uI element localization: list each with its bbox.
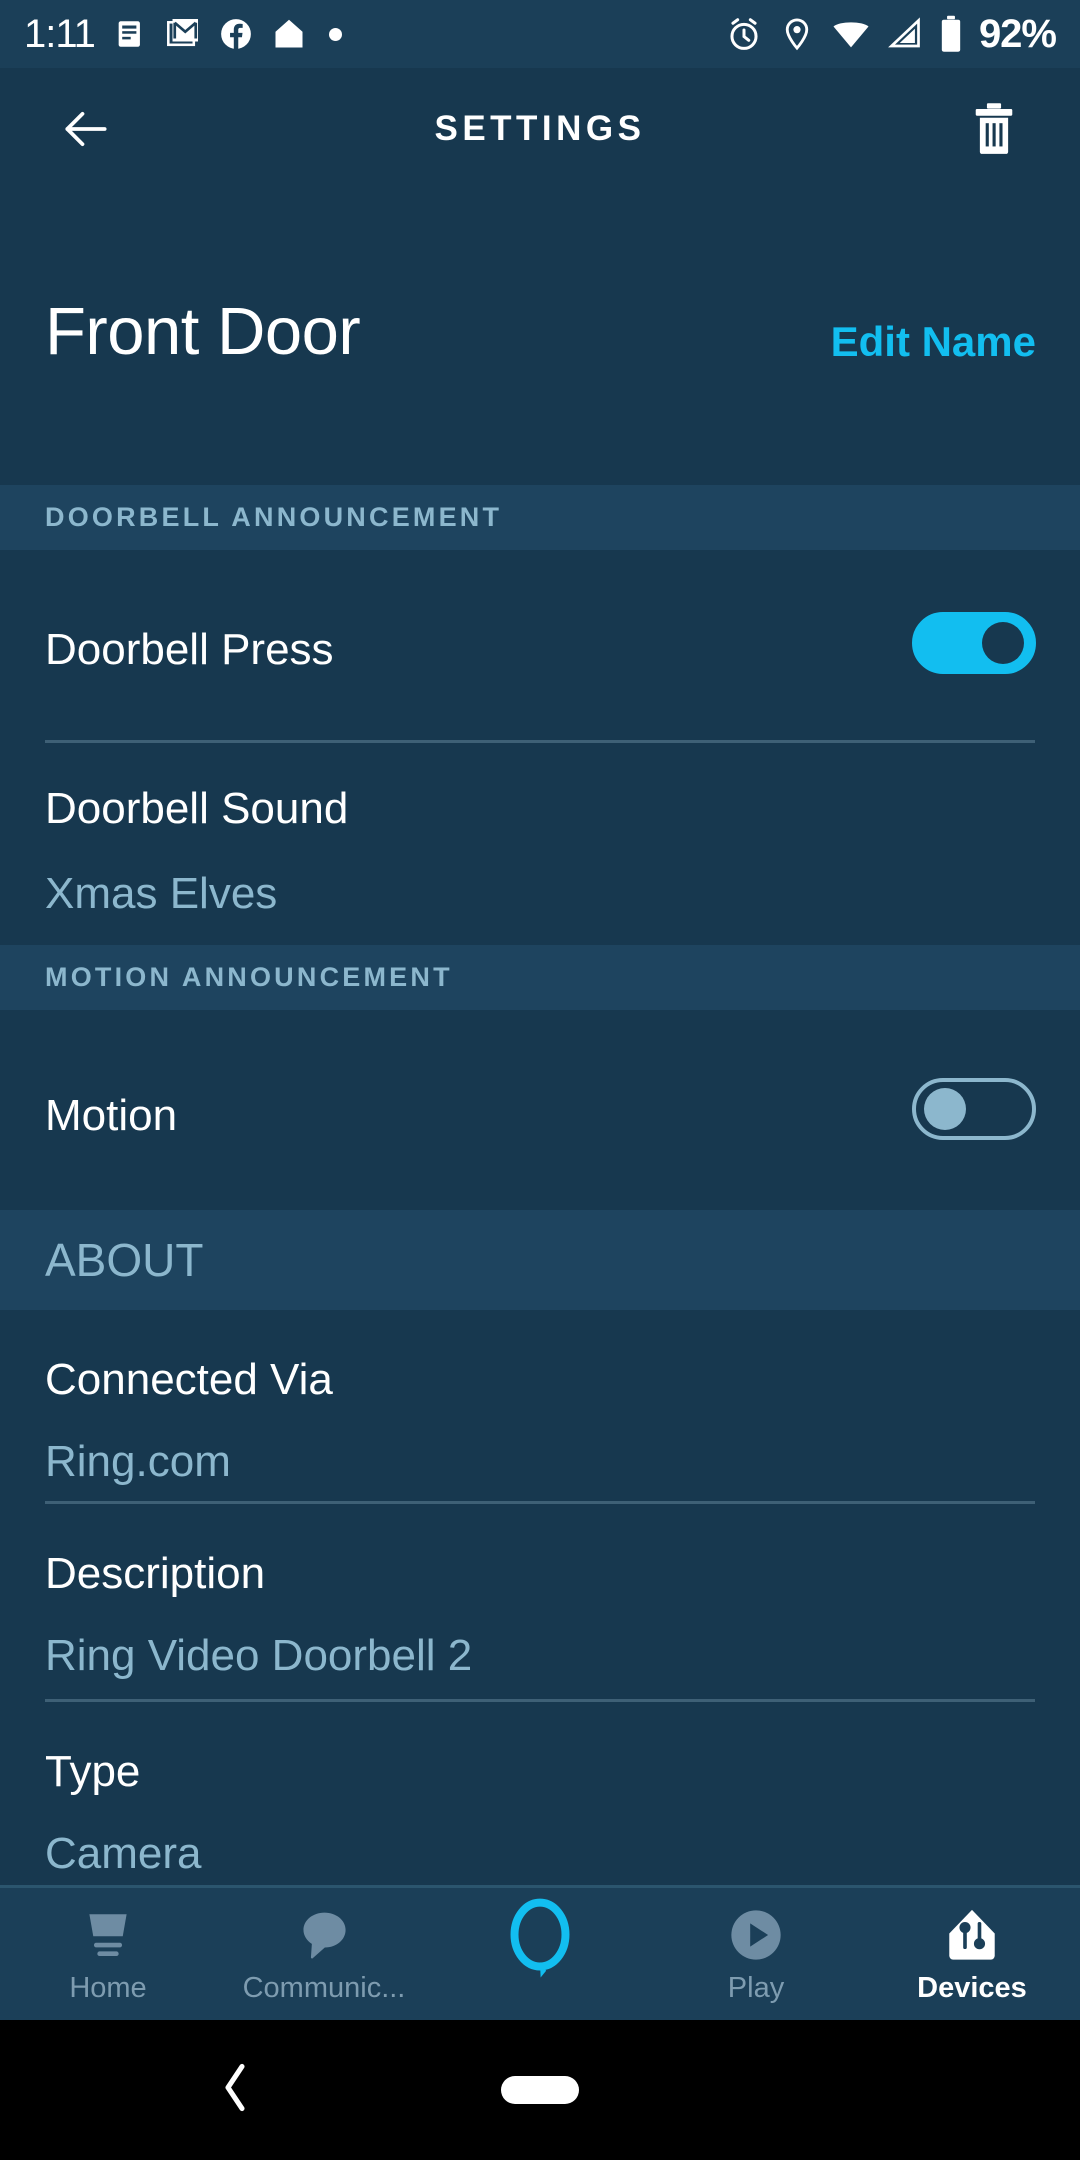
android-navigation-bar [0, 2020, 1080, 2160]
cellular-signal-icon [888, 17, 920, 48]
section-header-label: ABOUT [45, 1234, 204, 1286]
row-type-label: Type [45, 1747, 141, 1796]
location-icon [785, 18, 809, 51]
status-bar-left: 1:11 [24, 12, 342, 57]
toggle-knob [924, 1088, 966, 1130]
devices-house-icon [943, 1904, 1001, 1966]
about-panel: Connected Via Ring.com Description Ring … [0, 1310, 1080, 1885]
android-home-pill[interactable] [501, 2076, 579, 2104]
row-type-value: Camera [45, 1829, 202, 1878]
device-name-label: Front Door [45, 294, 361, 369]
home-nav-icon [79, 1904, 137, 1966]
row-doorbell-press-label: Doorbell Press [45, 625, 334, 674]
status-bar: 1:11 92% [0, 0, 1080, 68]
doorbell-announcement-panel: Doorbell Press Doorbell Sound Xmas Elves [0, 550, 1080, 945]
page-title: SETTINGS [434, 109, 646, 148]
play-circle-icon [727, 1904, 785, 1966]
alarm-icon [730, 18, 758, 50]
toggle-knob [982, 622, 1024, 664]
row-motion-label: Motion [45, 1091, 178, 1140]
phone-screen: 1:11 92% SETTINGS Front Door Edit Name D… [0, 0, 1080, 2160]
news-icon [118, 21, 140, 47]
dot-indicator-icon [328, 27, 342, 41]
trash-icon [975, 103, 1013, 154]
battery-icon [941, 15, 961, 52]
row-doorbell-sound-label: Doorbell Sound [45, 784, 349, 833]
app-bar: SETTINGS [0, 68, 1080, 190]
android-back-button[interactable] [218, 2060, 252, 2121]
chat-bubble-icon [296, 1904, 352, 1966]
section-header-doorbell-announcement: DOORBELL ANNOUNCEMENT [0, 485, 1080, 550]
nav-tab-devices-label: Devices [917, 1972, 1027, 2004]
nav-tab-play[interactable]: Play [648, 1888, 864, 2005]
battery-percent-label: 92% [978, 11, 1057, 56]
status-clock: 1:11 [24, 11, 96, 56]
nav-tab-home-label: Home [69, 1972, 147, 2004]
bottom-navigation-bar: Home Communic... Play Devices [0, 1885, 1080, 2020]
gmail-icon [166, 19, 198, 47]
facebook-icon [221, 19, 251, 50]
doorbell-press-toggle[interactable] [912, 612, 1036, 674]
motion-announcement-panel: Motion [0, 1010, 1080, 1210]
delete-device-button[interactable] [954, 89, 1034, 169]
row-connected-via-value: Ring.com [45, 1437, 231, 1486]
nav-tab-home[interactable]: Home [0, 1888, 216, 2005]
section-header-motion-announcement: MOTION ANNOUNCEMENT [0, 945, 1080, 1010]
row-description[interactable]: Description Ring Video Doorbell 2 [0, 1504, 1080, 1699]
chevron-left-icon [225, 2063, 245, 2112]
nav-tab-devices[interactable]: Devices [864, 1888, 1080, 2005]
home-icon [275, 19, 303, 48]
nav-tab-play-label: Play [727, 1972, 785, 2004]
row-connected-via[interactable]: Connected Via Ring.com [0, 1310, 1080, 1505]
row-doorbell-sound-value: Xmas Elves [45, 869, 278, 918]
row-doorbell-sound[interactable]: Doorbell Sound Xmas Elves [0, 743, 1080, 943]
row-description-value: Ring Video Doorbell 2 [45, 1631, 473, 1680]
device-header: Front Door Edit Name [0, 190, 1080, 480]
status-bar-right: 92% [725, 11, 1057, 57]
nav-tab-communicate[interactable]: Communic... [216, 1888, 432, 2005]
row-connected-via-label: Connected Via [45, 1355, 333, 1404]
section-header-about: ABOUT [0, 1210, 1080, 1310]
wifi-icon [833, 22, 869, 48]
motion-toggle[interactable] [912, 1078, 1036, 1140]
row-type[interactable]: Type Camera [0, 1702, 1080, 1885]
alexa-ring-icon [502, 1898, 578, 1978]
row-motion[interactable]: Motion [0, 1010, 1080, 1210]
section-header-label: DOORBELL ANNOUNCEMENT [45, 502, 503, 532]
nav-tab-communicate-label: Communic... [242, 1972, 406, 2004]
section-header-label: MOTION ANNOUNCEMENT [45, 962, 453, 992]
edit-name-button[interactable]: Edit Name [831, 318, 1036, 366]
row-description-label: Description [45, 1549, 266, 1598]
row-doorbell-press[interactable]: Doorbell Press [0, 550, 1080, 740]
nav-tab-alexa[interactable] [432, 1888, 648, 1980]
